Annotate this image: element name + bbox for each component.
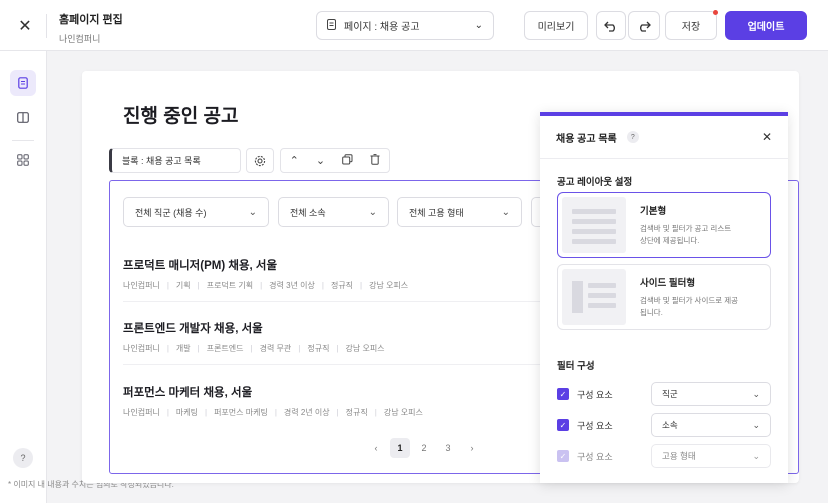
layout-side-thumbnail xyxy=(562,269,626,325)
list-item[interactable]: 프론트엔드 개발자 채용, 서울 나인컴퍼니개발프론트엔드경력 무관정규직강남 … xyxy=(123,320,563,354)
chevron-down-icon[interactable]: ⌄ xyxy=(316,154,325,167)
panel-title: 채용 공고 목록 xyxy=(556,133,617,145)
chevron-down-icon: ⌄ xyxy=(752,388,760,399)
checkbox-checked[interactable]: ✓ xyxy=(557,419,569,431)
filter-row-label: 구성 요소 xyxy=(577,451,613,462)
redo-icon xyxy=(640,21,651,32)
pages-icon[interactable] xyxy=(10,70,36,96)
filter-section-title: 필터 구성 xyxy=(557,361,595,372)
filter-job-category[interactable]: 전체 직군 (채용 수) ⌄ xyxy=(123,197,269,227)
layout-name: 기본형 xyxy=(640,206,667,218)
layout-option-basic[interactable]: 기본형 검색바 및 필터가 공고 리스트 상단에 제공됩니다. xyxy=(557,192,771,258)
undo-icon xyxy=(604,21,615,32)
save-button[interactable]: 저장 xyxy=(665,11,717,40)
job-title: 프로덕트 매니저(PM) 채용, 서울 xyxy=(123,260,278,272)
blocks-grid-icon[interactable] xyxy=(10,147,36,173)
layout-description: 검색바 및 필터가 공고 리스트 상단에 제공됩니다. xyxy=(640,224,732,245)
layout-option-side-filter[interactable]: 사이드 필터형 검색바 및 필터가 사이드로 제공됩니다. xyxy=(557,264,771,330)
preview-button[interactable]: 미리보기 xyxy=(524,11,588,40)
copy-icon[interactable] xyxy=(342,153,353,168)
filter-config-row: ✓ 구성 요소 소속 ⌄ xyxy=(557,413,771,437)
filter-label: 전체 고용 형태 xyxy=(409,207,464,218)
filter-row-label: 구성 요소 xyxy=(577,389,613,400)
filter-config-row: ✓ 구성 요소 직군 ⌄ xyxy=(557,382,771,406)
company-name: 나인컴퍼니 xyxy=(59,34,101,44)
chevron-down-icon: ⌄ xyxy=(368,206,377,218)
layout-name: 사이드 필터형 xyxy=(640,278,696,290)
editor-title: 홈페이지 편집 나인컴퍼니 xyxy=(59,11,123,45)
filter-employment-type[interactable]: 전체 고용 형태 ⌄ xyxy=(397,197,522,227)
chevron-down-icon: ⌄ xyxy=(752,450,760,461)
undo-button[interactable] xyxy=(596,11,626,40)
filter-config-row: ✓ 구성 요소 고용 형태 ⌄ xyxy=(557,444,771,468)
close-icon[interactable]: ✕ xyxy=(762,130,772,144)
help-button[interactable]: ? xyxy=(13,448,33,468)
job-meta: 나인컴퍼니개발프론트엔드경력 무관정규직강남 오피스 xyxy=(123,343,563,354)
chevron-down-icon: ⌄ xyxy=(474,20,483,31)
page-title[interactable]: 진행 중인 공고 xyxy=(123,101,238,128)
page-select[interactable]: 페이지 : 채용 공고 ⌄ xyxy=(316,11,494,40)
divider xyxy=(123,301,563,302)
job-title: 프론트엔드 개발자 채용, 서울 xyxy=(123,323,263,335)
page-number[interactable]: 1 xyxy=(390,438,410,458)
help-icon[interactable]: ? xyxy=(626,131,639,143)
chevron-down-icon: ⌄ xyxy=(501,206,510,218)
filter-label: 전체 직군 (채용 수) xyxy=(135,207,207,218)
block-settings-panel: 채용 공고 목록 ? ✕ 공고 레이아웃 설정 기본형 검색바 및 필터가 공고… xyxy=(540,112,788,483)
prev-page-icon[interactable]: ‹ xyxy=(366,438,386,458)
checkbox-checked[interactable]: ✓ xyxy=(557,450,569,462)
layout-icon[interactable] xyxy=(10,104,36,130)
block-label[interactable]: 블록 : 채용 공고 목록 xyxy=(109,148,241,173)
job-meta: 나인컴퍼니기획프로덕트 기획경력 3년 이상정규직강남 오피스 xyxy=(123,280,563,291)
rail-divider xyxy=(12,140,34,141)
pagination: ‹ 1 2 3 › xyxy=(366,438,486,458)
close-icon[interactable]: ✕ xyxy=(12,13,38,39)
divider xyxy=(123,364,563,365)
gear-icon[interactable] xyxy=(246,148,274,173)
unsaved-indicator xyxy=(713,10,718,15)
panel-header: 채용 공고 목록 ? ✕ xyxy=(540,116,788,159)
trash-icon[interactable] xyxy=(370,153,380,168)
chevron-down-icon: ⌄ xyxy=(752,419,760,430)
filter-affiliation[interactable]: 전체 소속 ⌄ xyxy=(278,197,389,227)
page-number[interactable]: 3 xyxy=(438,438,458,458)
checkbox-checked[interactable]: ✓ xyxy=(557,388,569,400)
editor-title-text: 홈페이지 편집 xyxy=(59,14,123,26)
filter-row-select[interactable]: 직군 ⌄ xyxy=(651,382,771,406)
layout-description: 검색바 및 필터가 사이드로 제공됩니다. xyxy=(640,296,739,317)
redo-button[interactable] xyxy=(628,11,660,40)
layout-section-title: 공고 레이아웃 설정 xyxy=(557,177,633,188)
block-toolbar: ⌃ ⌄ xyxy=(280,148,390,173)
top-bar: ✕ 홈페이지 편집 나인컴퍼니 페이지 : 채용 공고 ⌄ 미리보기 저장 업데… xyxy=(0,0,828,51)
chevron-up-icon[interactable]: ⌃ xyxy=(290,154,299,167)
job-title: 퍼포먼스 마케터 채용, 서울 xyxy=(123,387,253,399)
update-button[interactable]: 업데이트 xyxy=(725,11,807,40)
filter-row-label: 구성 요소 xyxy=(577,420,613,431)
divider xyxy=(46,14,47,38)
list-item[interactable]: 퍼포먼스 마케터 채용, 서울 나인컴퍼니마케팅퍼포먼스 마케팅경력 2년 이상… xyxy=(123,384,563,418)
filter-label: 전체 소속 xyxy=(290,207,326,218)
next-page-icon[interactable]: › xyxy=(462,438,482,458)
page-select-value: 페이지 : 채용 공고 xyxy=(344,22,420,33)
layout-basic-thumbnail xyxy=(562,197,626,253)
filter-row-select[interactable]: 소속 ⌄ xyxy=(651,413,771,437)
list-item[interactable]: 프로덕트 매니저(PM) 채용, 서울 나인컴퍼니기획프로덕트 기획경력 3년 … xyxy=(123,257,563,291)
chevron-down-icon: ⌄ xyxy=(248,206,257,218)
document-icon xyxy=(327,18,336,33)
left-rail xyxy=(0,51,47,503)
page-number[interactable]: 2 xyxy=(414,438,434,458)
job-meta: 나인컴퍼니마케팅퍼포먼스 마케팅경력 2년 이상정규직강남 오피스 xyxy=(123,407,563,418)
filter-row-select[interactable]: 고용 형태 ⌄ xyxy=(651,444,771,468)
